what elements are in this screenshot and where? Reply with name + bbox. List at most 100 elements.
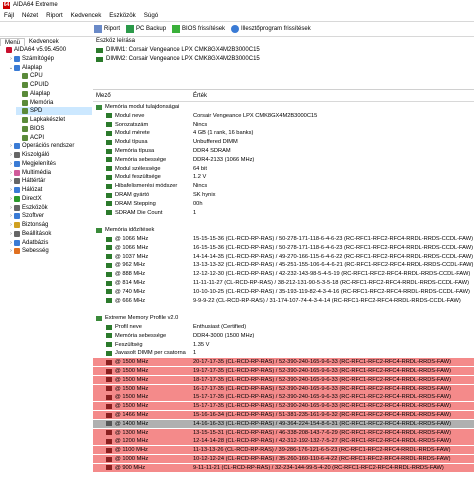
tree-item-icon (14, 178, 20, 185)
table-row[interactable] (93, 305, 474, 313)
table-row[interactable]: Modul mérete 4 GB (1 rank, 16 banks) (93, 129, 474, 137)
value-cell: Corsair Vengeance LPX CMK8GX4M2B3000C15 (193, 112, 318, 119)
tree-item[interactable]: › Eszközök (8, 204, 92, 212)
table-row[interactable]: Memória sebessége DDR4-3000 (1500 MHz) (93, 332, 474, 340)
tree-item[interactable]: › Sebesség (8, 247, 92, 255)
menu-file[interactable]: Fájl (4, 12, 14, 19)
menu-view[interactable]: Nézet (22, 12, 38, 19)
tree-item[interactable]: CPUID (16, 81, 92, 89)
table-row[interactable]: Sorozatszám Nincs (93, 121, 474, 129)
tree-item[interactable]: ⌄ Alaplap (8, 64, 92, 72)
tree-item[interactable]: › Hálózat (8, 186, 92, 194)
report-button[interactable]: Riport (94, 24, 120, 33)
table-row[interactable]: @ 1066 MHz 16-15-15-36 (CL-RCD-RP-RAS) / … (93, 244, 474, 252)
column-value[interactable]: Érték (193, 93, 207, 99)
menu-report[interactable]: Riport (46, 12, 63, 19)
device-item[interactable]: DIMM2: Corsair Vengeance LPX CMK8GX4M2B3… (96, 56, 260, 62)
table-row[interactable]: @ 900 MHz 9-11-11-21 (CL-RCD-RP-RAS) / 32… (93, 463, 474, 472)
table-row[interactable]: @ 1000 MHz 10-12-12-24 (CL-RCD-RP-RAS) / … (93, 455, 474, 463)
table-row[interactable]: Modul szélessége 64 bit (93, 165, 474, 173)
table-row[interactable]: Modul neve Corsair Vengeance LPX CMK8GX4M… (93, 112, 474, 120)
field-cell: Modul típusa (106, 138, 148, 146)
tree-item[interactable]: › Beállítások (8, 230, 92, 238)
bios-update-label: BIOS frissítések (182, 25, 226, 32)
tab-favorites[interactable]: Kedvencek (25, 38, 63, 46)
menu-favorites[interactable]: Kedvencek (71, 12, 102, 19)
tree-item-label: Adatbázis (22, 239, 49, 246)
table-row[interactable] (93, 217, 474, 225)
table-row[interactable]: @ 1500 MHz 16-17-17-35 (CL-RCD-RP-RAS) / … (93, 384, 474, 393)
value-cell: 16-17-17-35 (CL-RCD-RP-RAS) / 52-390-240… (193, 385, 451, 392)
column-field[interactable]: Mező (96, 93, 111, 99)
table-row[interactable]: @ 1500 MHz 15-17-17-35 (CL-RCD-RP-RAS) / … (93, 402, 474, 411)
table-row[interactable]: @ 888 MHz 12-12-12-30 (CL-RCD-RP-RAS) / 4… (93, 270, 474, 278)
tree-item-icon (22, 125, 28, 132)
section-header-row[interactable]: Extreme Memory Profile v2.0 (93, 314, 474, 322)
table-row[interactable]: Javasolt DIMM per csatorna 1 (93, 349, 474, 357)
table-row[interactable]: @ 1500 MHz 19-17-17-35 (CL-RCD-RP-RAS) / … (93, 367, 474, 375)
table-row[interactable]: @ 666 MHz 9-9-9-22 (CL-RCD-RP-RAS) / 31-1… (93, 297, 474, 305)
menu-tools[interactable]: Eszközök (109, 12, 135, 19)
table-row[interactable]: Hibafelismerési módszer Nincs (93, 182, 474, 190)
table-row[interactable]: SDRAM Die Count 1 (93, 209, 474, 217)
tree-item[interactable]: Alaplap (16, 90, 92, 98)
tree-item[interactable]: BIOS (16, 125, 92, 133)
table-row[interactable]: @ 1066 MHz 15-15-15-36 (CL-RCD-RP-RAS) / … (93, 235, 474, 243)
table-row[interactable]: Memória típusa DDR4 SDRAM (93, 147, 474, 155)
table-row[interactable]: @ 1400 MHz 14-16-16-33 (CL-RCD-RP-RAS) / … (93, 419, 474, 428)
tree-item-icon (14, 55, 20, 62)
tree-item[interactable]: AIDA64 v5.95.4500 (0, 46, 92, 54)
table-row[interactable]: @ 1500 MHz 18-17-17-35 (CL-RCD-RP-RAS) / … (93, 375, 474, 384)
table-row[interactable]: @ 1500 MHz 20-17-17-35 (CL-RCD-RP-RAS) / … (93, 358, 474, 367)
table-row[interactable]: @ 1037 MHz 14-14-14-35 (CL-RCD-RP-RAS) / … (93, 253, 474, 261)
table-row[interactable]: @ 962 MHz 13-13-13-32 (CL-RCD-RP-RAS) / 4… (93, 261, 474, 269)
table-row[interactable]: DRAM gyártó SK hynix (93, 191, 474, 199)
table-row[interactable]: Feszültség 1.35 V (93, 341, 474, 349)
field-text: @ 814 MHz (115, 280, 146, 286)
tree-item-icon (14, 160, 20, 167)
section-header-row[interactable]: Memória időzítések (93, 226, 474, 234)
menu-bar: Fájl Nézet Riport Kedvencek Eszközök Súg… (0, 11, 474, 20)
tree-item[interactable]: CPU (16, 72, 92, 80)
table-row[interactable]: @ 1100 MHz 11-13-13-26 (CL-RCD-RP-RAS) / … (93, 446, 474, 455)
tree-item[interactable]: › Adatbázis (8, 239, 92, 247)
table-row[interactable]: @ 740 MHz 10-10-10-25 (CL-RCD-RP-RAS) / 3… (93, 288, 474, 296)
table-row[interactable]: Memória sebessége DDR4-2133 (1066 MHz) (93, 156, 474, 164)
table-row[interactable]: @ 1500 MHz 15-17-17-35 (CL-RCD-RP-RAS) / … (93, 393, 474, 402)
table-row[interactable]: Profil neve Enthusiast (Certified) (93, 323, 474, 331)
tree-item-label: Biztonság (22, 222, 49, 228)
menu-help[interactable]: Súgó (144, 12, 158, 19)
device-item[interactable]: DIMM1: Corsair Vengeance LPX CMK8GX4M2B3… (96, 47, 260, 53)
tree-item[interactable]: › Biztonság (8, 221, 92, 229)
tab-menu[interactable]: Menü (0, 38, 26, 46)
table-row[interactable]: Modul feszültsége 1.2 V (93, 173, 474, 181)
tree-item[interactable]: Lapkakészlet (16, 116, 92, 124)
value-cell: 1.35 V (193, 341, 210, 348)
pc-backup-button[interactable]: PC Backup (126, 24, 166, 33)
driver-update-button[interactable]: Illesztőprogram frissítések (231, 24, 311, 33)
table-row[interactable]: @ 1300 MHz 13-15-15-31 (CL-RCD-RP-RAS) / … (93, 428, 474, 437)
row-icon (106, 438, 112, 444)
tree-item[interactable]: › Szoftver (8, 212, 92, 220)
tree-item[interactable]: › Számítógép (8, 55, 92, 63)
tree-item[interactable]: › DirectX (8, 195, 92, 203)
table-row[interactable]: DRAM Stepping 00h (93, 200, 474, 208)
tree-item[interactable]: › Háttértár (8, 177, 92, 185)
tree-item[interactable]: › Megjelenítés (8, 160, 92, 168)
table-row[interactable]: Modul típusa Unbuffered DIMM (93, 138, 474, 146)
tree-item[interactable]: ACPI (16, 134, 92, 142)
table-row[interactable]: @ 814 MHz 11-11-11-27 (CL-RCD-RP-RAS) / 3… (93, 279, 474, 287)
table-row[interactable]: @ 1466 MHz 15-16-16-34 (CL-RCD-RP-RAS) / … (93, 411, 474, 419)
tree-item-icon (14, 64, 20, 71)
tree-item[interactable]: › Kiszolgáló (8, 151, 92, 159)
field-text: Hibafelismerési módszer (115, 183, 178, 190)
field-cell: @ 1500 MHz (106, 367, 148, 375)
tree-item[interactable]: SPD (16, 107, 92, 116)
field-cell: SDRAM Die Count (106, 209, 162, 217)
tree-item[interactable]: › Operációs rendszer (8, 142, 92, 150)
bios-update-button[interactable]: BIOS frissítések (172, 24, 226, 33)
tree-item[interactable]: Memória (16, 99, 92, 107)
table-row[interactable]: @ 1200 MHz 12-14-14-28 (CL-RCD-RP-RAS) / … (93, 437, 474, 446)
section-header-row[interactable]: Memória modul tulajdonságai (93, 103, 474, 111)
tree-item[interactable]: › Multimédia (8, 169, 92, 177)
